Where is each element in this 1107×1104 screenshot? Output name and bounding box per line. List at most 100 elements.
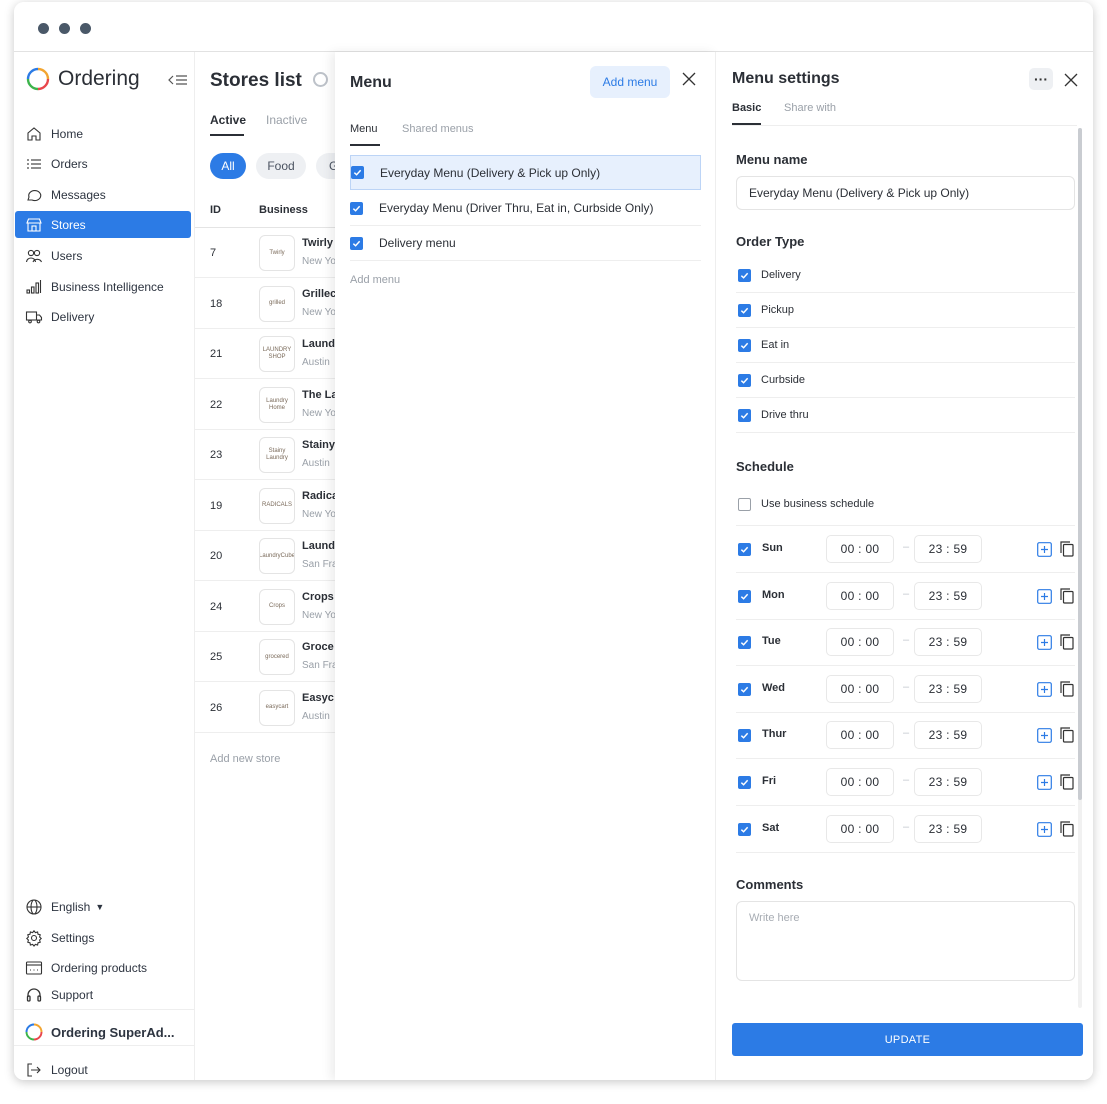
close-time-input[interactable]: 23 : 59 [914, 581, 982, 610]
close-time-input[interactable]: 23 : 59 [914, 674, 982, 703]
copy-icon[interactable] [1060, 820, 1074, 837]
close-icon[interactable] [1063, 72, 1079, 88]
checkbox-checked-icon[interactable] [738, 268, 751, 282]
menu-list-item[interactable]: Delivery menu [350, 226, 701, 261]
nav-stores[interactable]: Stores [15, 211, 191, 238]
settings-scrollbar[interactable] [1078, 128, 1082, 1008]
checkbox-checked-icon[interactable] [350, 236, 363, 250]
checkbox-checked-icon[interactable] [738, 408, 751, 422]
checkbox-checked-icon[interactable] [351, 166, 364, 179]
checkbox-checked-icon[interactable] [738, 303, 751, 317]
checkbox-checked-icon[interactable] [738, 589, 751, 603]
checkbox-checked-icon[interactable] [350, 201, 363, 215]
menu-name-input[interactable]: Everyday Menu (Delivery & Pick up Only) [736, 176, 1075, 210]
checkbox-checked-icon[interactable] [738, 729, 751, 743]
tab-menu[interactable]: Menu [350, 123, 378, 135]
table-row[interactable]: 20 LaundryCube Laund San Fra [195, 531, 335, 581]
open-time-input[interactable]: 00 : 00 [826, 721, 894, 750]
collapse-sidebar-icon[interactable] [168, 73, 188, 87]
filter-all[interactable]: All [210, 153, 246, 179]
tab-basic[interactable]: Basic [732, 102, 761, 114]
order-type-option[interactable]: Drive thru [736, 398, 1075, 433]
copy-icon[interactable] [1060, 774, 1074, 790]
close-time-input[interactable]: 23 : 59 [914, 814, 982, 843]
nav-ordering-products[interactable]: Ordering products [15, 956, 191, 980]
add-time-slot-icon[interactable] [1037, 635, 1052, 651]
add-time-slot-icon[interactable] [1037, 821, 1052, 837]
copy-icon[interactable] [1060, 681, 1074, 697]
table-row[interactable]: 24 Crops Crops New Yo [195, 582, 335, 632]
open-time-input[interactable]: 00 : 00 [826, 628, 894, 657]
use-business-schedule-option[interactable]: Use business schedule [736, 483, 1075, 526]
nav-users[interactable]: Users [15, 242, 191, 269]
nav-support[interactable]: Support [15, 983, 191, 1007]
window-dot-icon[interactable] [80, 23, 91, 34]
nav-settings[interactable]: Settings [15, 926, 191, 950]
checkbox-checked-icon[interactable] [738, 822, 751, 836]
close-time-input[interactable]: 23 : 59 [914, 628, 982, 657]
table-row[interactable]: 25 grocered Groce San Fra [195, 632, 335, 682]
table-row[interactable]: 22 Laundry Home The La New Yo [195, 380, 335, 430]
checkbox-unchecked-icon[interactable] [738, 497, 751, 511]
copy-icon[interactable] [1060, 587, 1074, 604]
nav-business-intelligence[interactable]: Business Intelligence [15, 273, 191, 300]
window-dot-icon[interactable] [59, 23, 70, 34]
add-time-slot-icon[interactable] [1037, 681, 1052, 697]
checkbox-checked-icon[interactable] [738, 373, 751, 387]
add-time-slot-icon[interactable] [1037, 775, 1052, 790]
filter-groceries[interactable]: G [316, 153, 335, 179]
more-options-icon[interactable]: ··· [1029, 68, 1053, 90]
brand[interactable]: Ordering [26, 66, 140, 92]
table-row[interactable]: 23 Stainy Laundry Stainy Austin [195, 430, 335, 480]
open-time-input[interactable]: 00 : 00 [826, 674, 894, 703]
order-type-option[interactable]: Eat in [736, 328, 1075, 363]
window-dot-icon[interactable] [38, 23, 49, 34]
nav-orders[interactable]: Orders [15, 150, 191, 177]
scrollbar-thumb[interactable] [1078, 128, 1082, 800]
checkbox-checked-icon[interactable] [738, 338, 751, 352]
close-icon[interactable] [681, 71, 697, 87]
copy-icon[interactable] [1060, 634, 1074, 650]
tab-shared-menus[interactable]: Shared menus [402, 123, 474, 135]
logout-button[interactable]: Logout [15, 1058, 191, 1080]
table-row[interactable]: 21 LAUNDRY SHOP Laund Austin [195, 329, 335, 379]
add-menu-button[interactable]: Add menu [590, 66, 670, 98]
open-time-input[interactable]: 00 : 00 [826, 814, 894, 843]
open-time-input[interactable]: 00 : 00 [826, 768, 894, 796]
table-row[interactable]: 18 grilled Grillec New Yo [195, 279, 335, 329]
close-time-input[interactable]: 23 : 59 [914, 768, 982, 796]
menu-list-item[interactable]: Everyday Menu (Driver Thru, Eat in, Curb… [350, 191, 701, 226]
order-type-option[interactable]: Curbside [736, 363, 1075, 398]
copy-icon[interactable] [1060, 541, 1074, 557]
table-row[interactable]: 19 RADICALS Radica New Yo [195, 481, 335, 531]
add-time-slot-icon[interactable] [1037, 588, 1052, 604]
account-menu[interactable]: Ordering SuperAd... [15, 1020, 191, 1044]
add-time-slot-icon[interactable] [1037, 728, 1052, 744]
close-time-input[interactable]: 23 : 59 [914, 721, 982, 750]
language-selector[interactable]: English ▼ [15, 895, 191, 919]
close-time-input[interactable]: 23 : 59 [914, 535, 982, 563]
checkbox-checked-icon[interactable] [738, 543, 751, 556]
nav-home[interactable]: Home [15, 120, 191, 147]
copy-icon[interactable] [1060, 727, 1074, 743]
tab-inactive[interactable]: Inactive [266, 113, 307, 127]
tab-share-with[interactable]: Share with [784, 102, 836, 114]
open-time-input[interactable]: 00 : 00 [826, 581, 894, 610]
open-time-input[interactable]: 00 : 00 [826, 535, 894, 563]
order-type-option[interactable]: Delivery [736, 258, 1075, 293]
add-menu-link[interactable]: Add menu [350, 274, 400, 286]
checkbox-checked-icon[interactable] [738, 682, 751, 696]
update-button[interactable]: UPDATE [732, 1023, 1083, 1056]
table-row[interactable]: 7 Twirly Twirly New Yo [195, 228, 335, 278]
table-row[interactable]: 26 easycart Easyc Austin [195, 683, 335, 733]
filter-food[interactable]: Food [256, 153, 306, 179]
info-icon[interactable] [313, 72, 329, 87]
menu-list-item[interactable]: Everyday Menu (Delivery & Pick up Only) [350, 155, 701, 190]
comments-textarea[interactable]: Write here [736, 901, 1075, 981]
tab-active[interactable]: Active [210, 113, 246, 127]
add-new-store-link[interactable]: Add new store [210, 753, 280, 765]
checkbox-checked-icon[interactable] [738, 636, 751, 650]
nav-messages[interactable]: Messages [15, 181, 191, 208]
nav-delivery[interactable]: Delivery [15, 303, 191, 330]
order-type-option[interactable]: Pickup [736, 293, 1075, 328]
